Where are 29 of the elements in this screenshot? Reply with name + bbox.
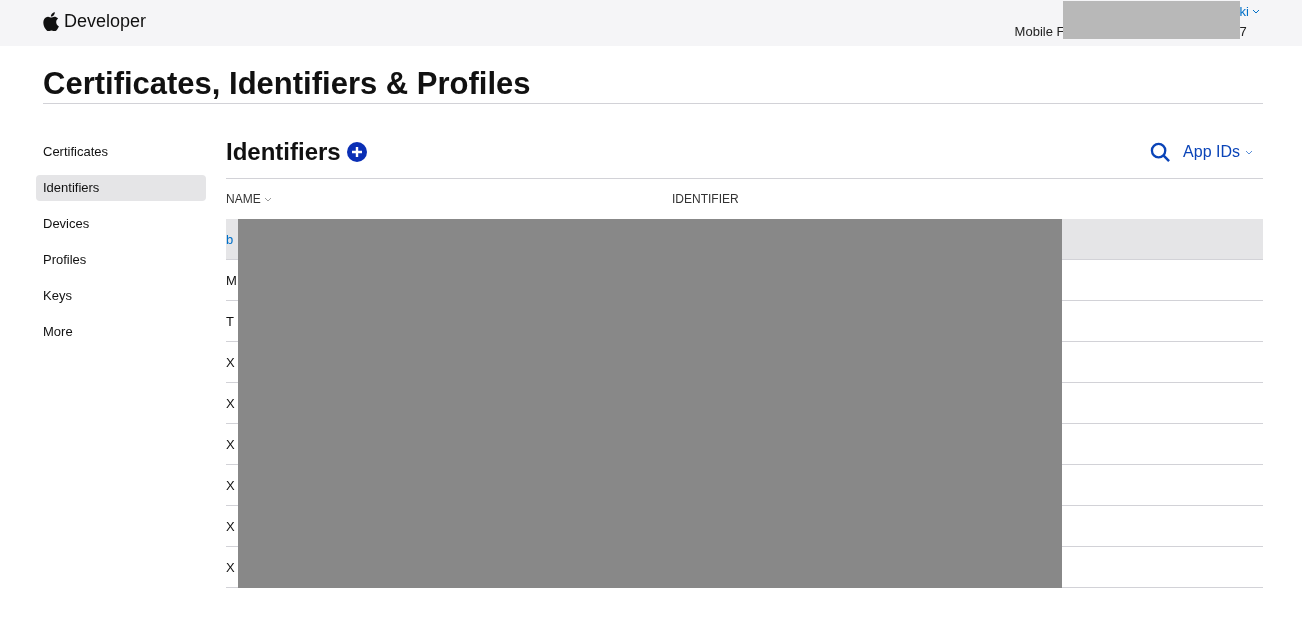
table-row[interactable]: X (226, 465, 1263, 506)
column-header[interactable]: NAME (226, 192, 672, 206)
table-row[interactable]: X (226, 383, 1263, 424)
chevron-down-icon (1245, 149, 1253, 155)
chevron-down-icon (1252, 8, 1260, 14)
table-row[interactable]: b (226, 219, 1263, 260)
sidebar-item[interactable]: Devices (36, 211, 206, 237)
sidebar-item[interactable]: More (36, 319, 206, 345)
page-title: Certificates, Identifiers & Profiles (43, 46, 1263, 104)
brand-name[interactable]: Developer (64, 10, 147, 32)
sidebar-item[interactable]: Identifiers (36, 175, 206, 201)
apple-logo-icon[interactable] (43, 11, 59, 31)
table-row[interactable]: X (226, 547, 1263, 588)
sidebar-item[interactable]: Keys (36, 283, 206, 309)
sidebar-item[interactable]: Certificates (36, 139, 206, 165)
team-id: 7 (1239, 23, 1248, 39)
filter-dropdown[interactable]: App IDs (1183, 143, 1263, 161)
account-name[interactable]: ki (1239, 3, 1249, 19)
section-title: Identifiers (226, 138, 341, 166)
sidebar-item[interactable]: Profiles (36, 247, 206, 273)
table-row[interactable]: T (226, 301, 1263, 342)
search-icon[interactable] (1150, 141, 1172, 163)
chevron-down-icon (263, 196, 272, 202)
column-header[interactable]: IDENTIFIER (672, 192, 739, 206)
add-icon[interactable] (346, 142, 367, 162)
table-row[interactable]: X (226, 342, 1263, 383)
table-row[interactable]: M (226, 260, 1263, 301)
table-row[interactable]: X (226, 506, 1263, 547)
table-row[interactable]: X (226, 424, 1263, 465)
